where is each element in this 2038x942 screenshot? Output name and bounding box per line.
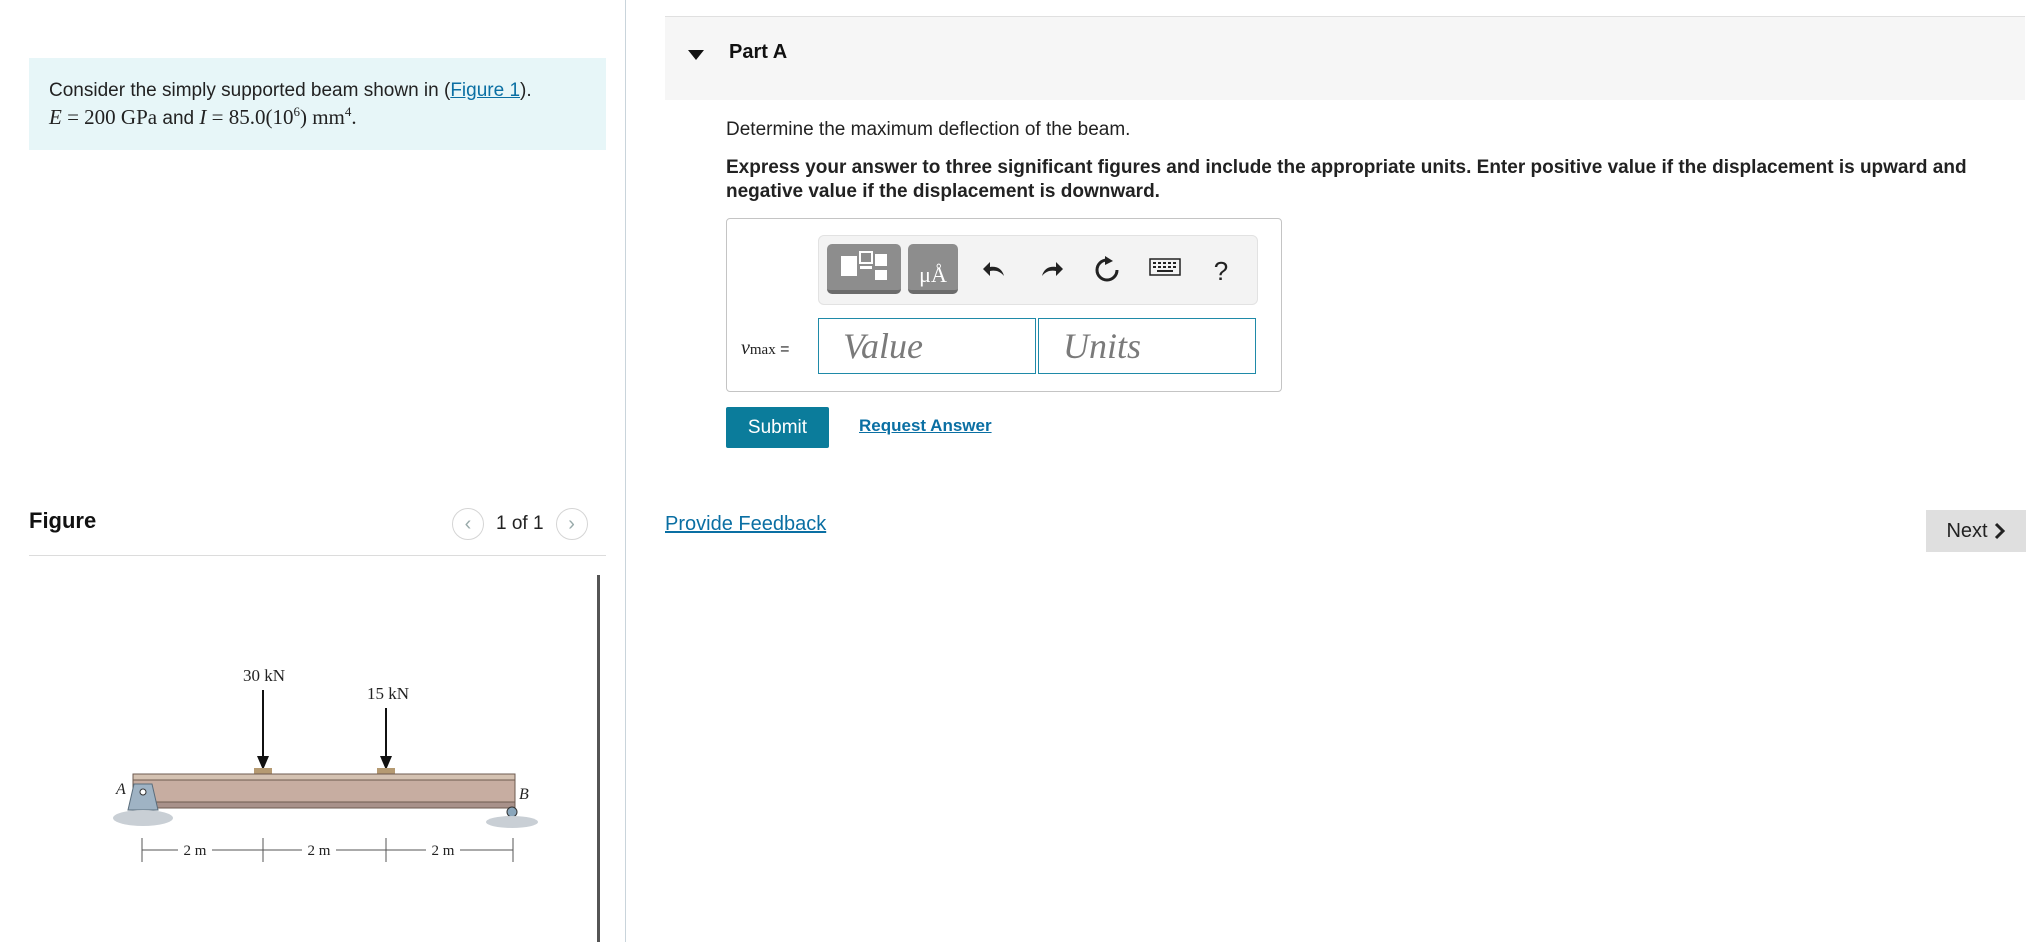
reset-icon[interactable] (1087, 256, 1127, 284)
load-15kn-label: 15 kN (367, 684, 409, 703)
templates-icon (841, 251, 887, 280)
question-text: Determine the maximum deflection of the … (726, 119, 1131, 140)
figure-title: Figure (29, 508, 97, 533)
units-button[interactable]: μÅ (908, 244, 958, 294)
chevron-left-icon: ‹ (464, 512, 472, 535)
support-a-label: A (115, 781, 126, 798)
beam-figure: 30 kN 15 kN A B 2 m 2 m 2 m (100, 660, 550, 870)
figure-prev-button[interactable]: ‹ (452, 508, 484, 540)
part-title: Part A (729, 41, 788, 63)
part-a-header[interactable]: Part A (665, 16, 2025, 100)
beam-web (132, 779, 516, 803)
value-input[interactable]: Value (818, 318, 1036, 374)
units-input[interactable]: Units (1038, 318, 1256, 374)
load-30kn-label: 30 kN (243, 666, 285, 685)
load-pad-2 (377, 768, 395, 774)
load-pad-1 (254, 768, 272, 774)
math-toolbar: μÅ ? (818, 235, 1258, 305)
caret-down-icon[interactable] (688, 50, 704, 60)
figure-link[interactable]: Figure 1 (450, 80, 520, 101)
redo-icon[interactable] (1031, 256, 1071, 282)
dim-label-2: 2 m (308, 843, 331, 859)
dim-label-1: 2 m (184, 843, 207, 859)
ground-a (113, 810, 173, 826)
roller-support-b (506, 806, 518, 818)
problem-math: E = 200 GPa and I = 85.0(106) mm4. (49, 104, 357, 129)
undo-icon[interactable] (975, 256, 1015, 282)
answer-box: μÅ ? vmax = Value Units (726, 218, 1282, 392)
submit-button[interactable]: Submit (726, 407, 829, 448)
load-arrowhead-2 (380, 756, 392, 770)
panel-divider (625, 0, 626, 942)
figure-next-button[interactable]: › (555, 508, 588, 540)
chevron-right-icon (1994, 522, 2005, 540)
load-arrowhead-1 (257, 756, 269, 770)
units-icon: μÅ (919, 262, 947, 287)
help-icon[interactable]: ? (1201, 256, 1241, 286)
problem-statement: Consider the simply supported beam shown… (29, 58, 606, 150)
pin-a-hinge (139, 788, 147, 796)
next-button[interactable]: Next (1926, 510, 2026, 552)
templates-button[interactable] (827, 244, 901, 294)
ground-b (486, 816, 538, 828)
next-label: Next (1946, 519, 1988, 542)
keyboard-icon[interactable] (1145, 256, 1185, 278)
beam-top-flange (132, 773, 516, 781)
beam-bottom-flange (132, 801, 516, 809)
problem-text: Consider the simply supported beam shown… (49, 80, 532, 101)
figure-pager: ‹ 1 of 1 › (452, 508, 588, 540)
chevron-right-icon: › (568, 512, 575, 535)
figure-divider (29, 555, 606, 556)
variable-label: vmax = (741, 337, 790, 359)
beam-diagram: 30 kN 15 kN A B 2 m 2 m 2 m (113, 666, 538, 862)
figure-page-indicator: 1 of 1 (496, 513, 544, 534)
figure-scrollbar[interactable] (597, 575, 600, 942)
support-b-label: B (519, 786, 529, 803)
dim-label-3: 2 m (432, 843, 455, 859)
request-answer-link[interactable]: Request Answer (859, 416, 992, 436)
provide-feedback-link[interactable]: Provide Feedback (665, 513, 826, 536)
answer-instructions: Express your answer to three significant… (726, 157, 1967, 202)
